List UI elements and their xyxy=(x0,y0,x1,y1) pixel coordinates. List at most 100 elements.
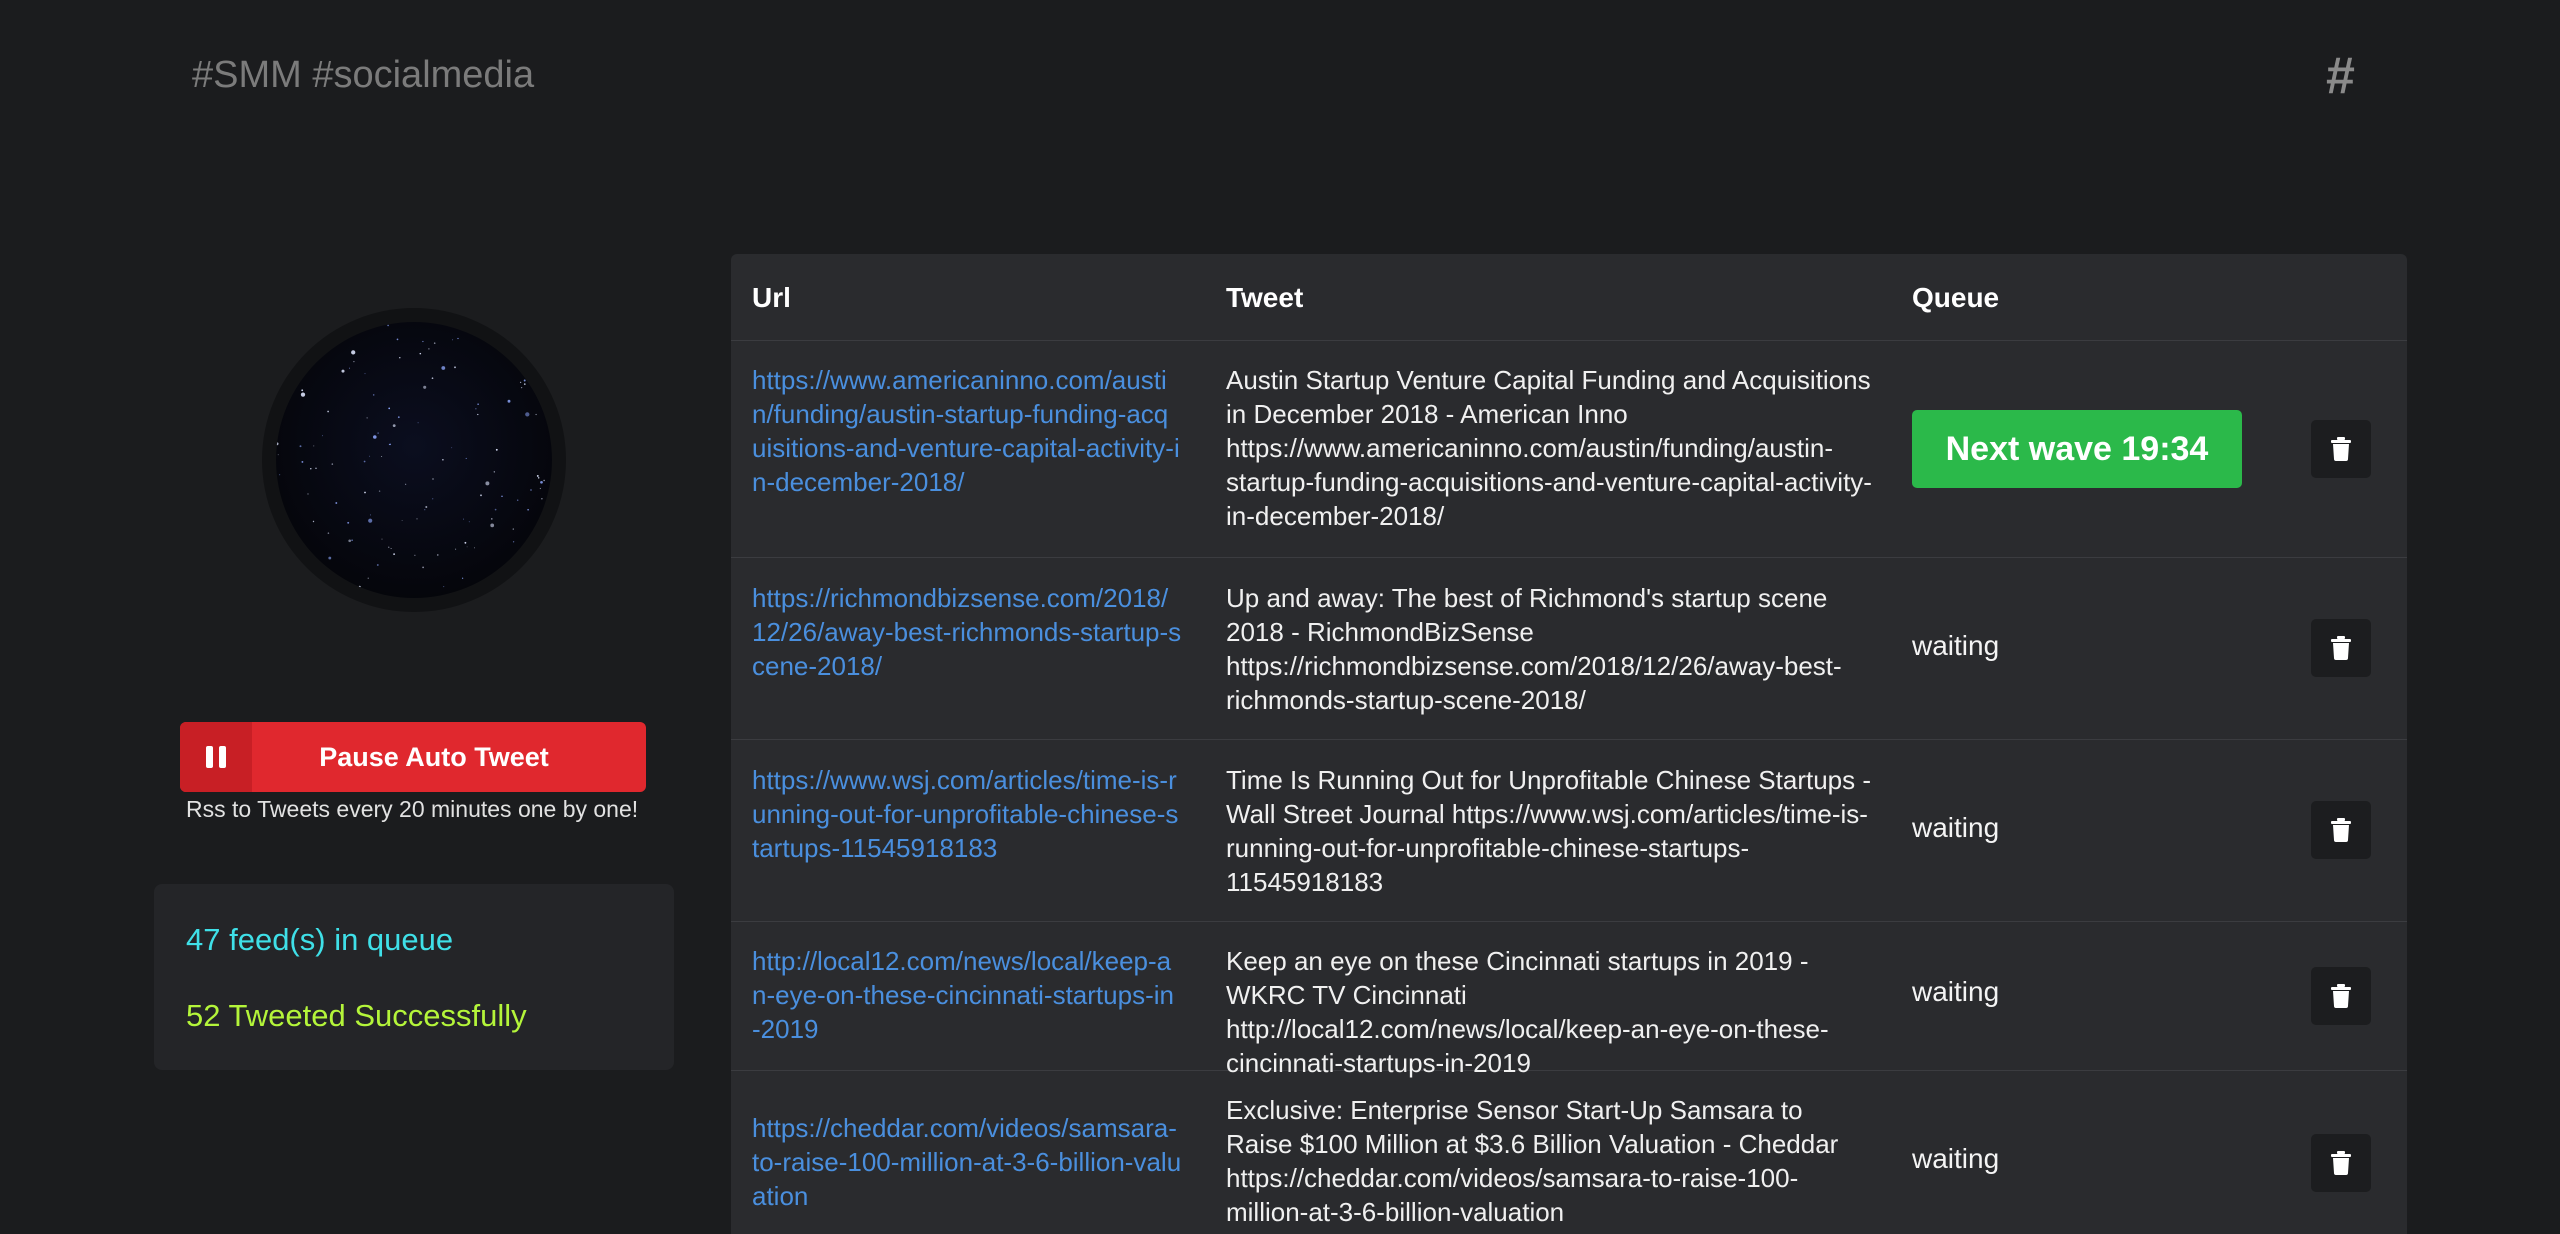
feed-url-link[interactable]: https://cheddar.com/videos/samsara-to-ra… xyxy=(752,1111,1182,1213)
star xyxy=(419,352,422,355)
delete-button[interactable] xyxy=(2311,1134,2371,1192)
star xyxy=(452,339,454,341)
star xyxy=(338,323,341,325)
star xyxy=(393,553,395,555)
star xyxy=(437,554,439,556)
trash-icon xyxy=(2331,636,2351,660)
star xyxy=(381,455,383,458)
star xyxy=(327,532,330,534)
star xyxy=(495,448,498,451)
star xyxy=(432,498,434,500)
star xyxy=(301,460,304,463)
star xyxy=(536,474,539,477)
feed-url-link[interactable]: http://local12.com/news/local/keep-an-ey… xyxy=(752,944,1182,1046)
stats-card: 47 feed(s) in queue 52 Tweeted Successfu… xyxy=(154,884,674,1070)
star xyxy=(546,418,549,420)
star xyxy=(477,403,479,405)
header: #SMM #socialmedia # xyxy=(0,0,2560,160)
delete-button[interactable] xyxy=(2311,801,2371,859)
feed-url-link[interactable]: https://www.americaninno.com/austin/fund… xyxy=(752,363,1182,499)
star xyxy=(532,579,534,582)
table-header: Url Tweet Queue xyxy=(731,254,2407,341)
tweet-text: Exclusive: Enterprise Sensor Start-Up Sa… xyxy=(1226,1095,1839,1227)
star xyxy=(392,424,396,428)
star xyxy=(390,548,392,549)
star xyxy=(535,413,537,416)
star xyxy=(422,340,424,343)
starfield-image xyxy=(276,323,550,593)
table-row: https://richmondbizsense.com/2018/12/26/… xyxy=(731,558,2407,740)
star xyxy=(455,548,457,550)
star xyxy=(396,338,399,341)
star xyxy=(315,467,317,469)
star xyxy=(524,544,527,547)
star xyxy=(347,521,350,524)
column-header-queue: Queue xyxy=(1912,282,2000,313)
star xyxy=(294,334,296,336)
star xyxy=(521,369,524,372)
hash-icon[interactable]: # xyxy=(2326,46,2355,106)
star xyxy=(519,381,522,384)
delete-button[interactable] xyxy=(2311,420,2371,478)
brand-hashtags[interactable]: #SMM #socialmedia xyxy=(192,54,534,97)
tweeted-count: 52 Tweeted Successfully xyxy=(186,998,527,1033)
feed-table: Url Tweet Queue https://www.americaninno… xyxy=(731,254,2407,1234)
star xyxy=(521,337,523,340)
delete-button[interactable] xyxy=(2311,619,2371,677)
avatar-image xyxy=(276,322,552,598)
star xyxy=(485,481,490,486)
star xyxy=(424,509,426,511)
star xyxy=(539,487,542,490)
star xyxy=(526,344,529,347)
star xyxy=(307,334,310,337)
star xyxy=(457,337,459,340)
star xyxy=(530,331,532,333)
star xyxy=(507,399,511,403)
star xyxy=(372,394,375,396)
table-row: https://cheddar.com/videos/samsara-to-ra… xyxy=(731,1071,2407,1234)
star xyxy=(516,365,518,367)
star xyxy=(414,554,416,556)
star xyxy=(443,586,445,588)
feed-url-link[interactable]: https://richmondbizsense.com/2018/12/26/… xyxy=(752,581,1182,683)
star xyxy=(466,546,468,548)
trash-icon xyxy=(2331,437,2351,461)
star xyxy=(423,385,427,389)
star xyxy=(422,566,424,569)
star xyxy=(285,520,287,523)
star xyxy=(451,447,453,449)
star xyxy=(277,454,279,456)
feed-url-link[interactable]: https://www.wsj.com/articles/time-is-run… xyxy=(752,763,1182,865)
trash-icon xyxy=(2331,1151,2351,1175)
star xyxy=(462,577,464,579)
star xyxy=(480,494,482,497)
star xyxy=(348,539,352,543)
star xyxy=(432,478,434,480)
schedule-note: Rss to Tweets every 20 minutes one by on… xyxy=(186,796,639,822)
star xyxy=(541,498,543,500)
star xyxy=(401,520,403,521)
star xyxy=(465,457,467,459)
star xyxy=(486,591,488,593)
star xyxy=(405,483,407,485)
star xyxy=(276,442,279,446)
delete-button[interactable] xyxy=(2311,967,2371,1025)
trash-icon xyxy=(2331,818,2351,842)
star xyxy=(358,585,361,588)
star xyxy=(293,333,295,336)
star xyxy=(347,586,349,588)
star xyxy=(527,508,529,511)
star xyxy=(441,366,446,370)
star xyxy=(313,445,315,447)
star xyxy=(477,413,479,416)
star xyxy=(341,369,345,373)
queue-status: waiting xyxy=(1912,812,2000,843)
tweet-text: Austin Startup Venture Capital Funding a… xyxy=(1226,365,1872,531)
pause-auto-tweet-button[interactable]: Pause Auto Tweet xyxy=(180,722,646,792)
star xyxy=(399,357,401,359)
star xyxy=(389,443,391,446)
star xyxy=(530,489,532,491)
star xyxy=(353,361,355,363)
star xyxy=(283,583,286,586)
star xyxy=(377,432,379,434)
